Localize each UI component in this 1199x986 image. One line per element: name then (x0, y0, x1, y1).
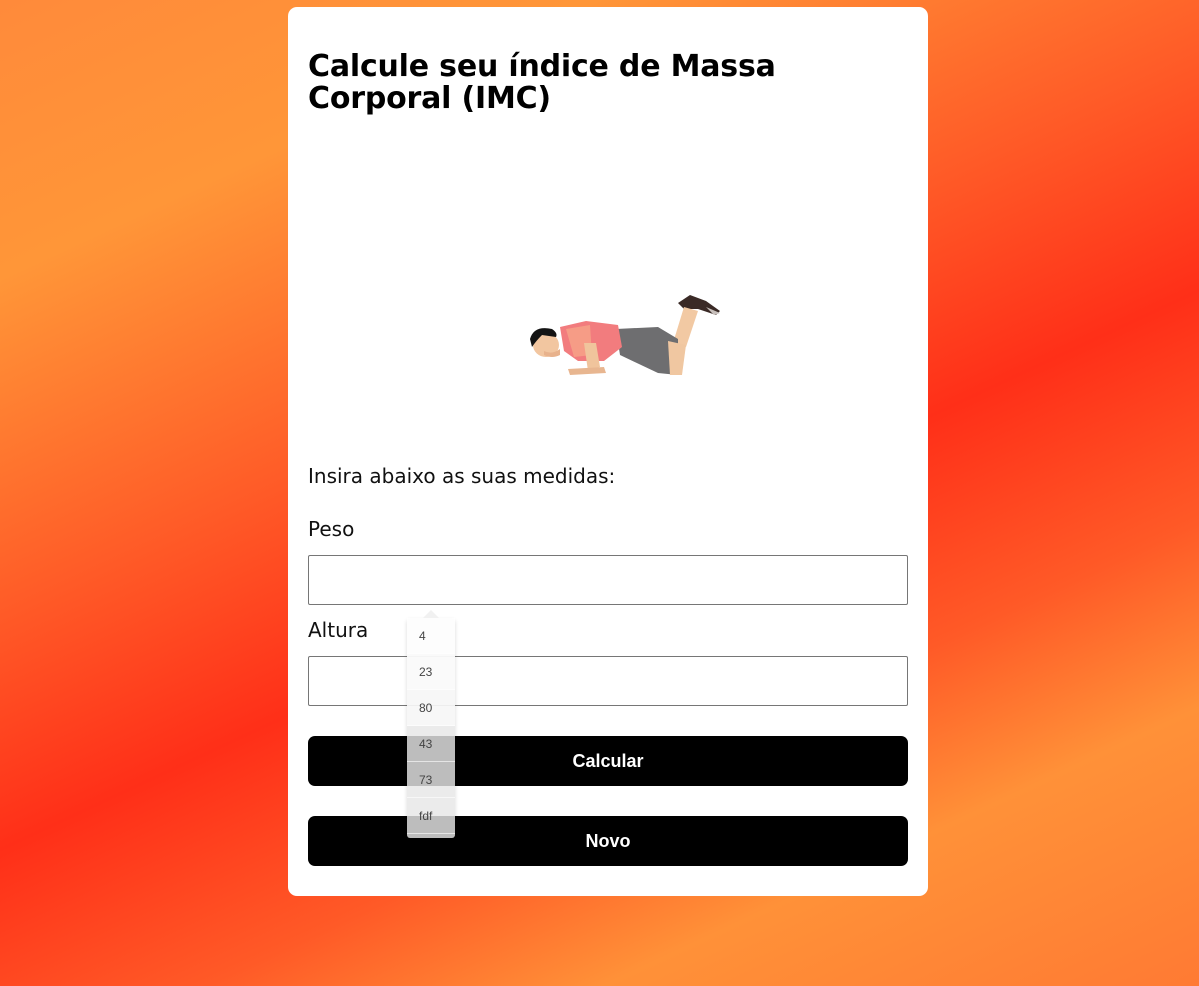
autocomplete-option[interactable]: 80 (407, 690, 455, 726)
autocomplete-option[interactable]: 23 (407, 654, 455, 690)
push-up-person-illustration (530, 295, 720, 375)
autocomplete-dropdown: 4 23 80 43 73 fdf (407, 610, 455, 838)
altura-input[interactable] (308, 656, 908, 706)
autocomplete-option[interactable]: fdf (407, 798, 455, 834)
calcular-button[interactable]: Calcular (308, 736, 908, 786)
autocomplete-option[interactable]: 73 (407, 762, 455, 798)
peso-label: Peso (308, 517, 355, 541)
imc-card: Calcule seu índice de Massa Corporal (IM… (288, 7, 928, 896)
autocomplete-option[interactable]: 4 (407, 618, 455, 654)
autocomplete-option[interactable]: 43 (407, 726, 455, 762)
peso-input[interactable] (308, 555, 908, 605)
page-title: Calcule seu índice de Massa Corporal (IM… (308, 49, 776, 116)
altura-label: Altura (308, 618, 369, 642)
novo-button[interactable]: Novo (308, 816, 908, 866)
page: { "card": { "title": "Calcule seu índice… (0, 0, 1199, 986)
instructions-text: Insira abaixo as suas medidas: (308, 464, 616, 488)
